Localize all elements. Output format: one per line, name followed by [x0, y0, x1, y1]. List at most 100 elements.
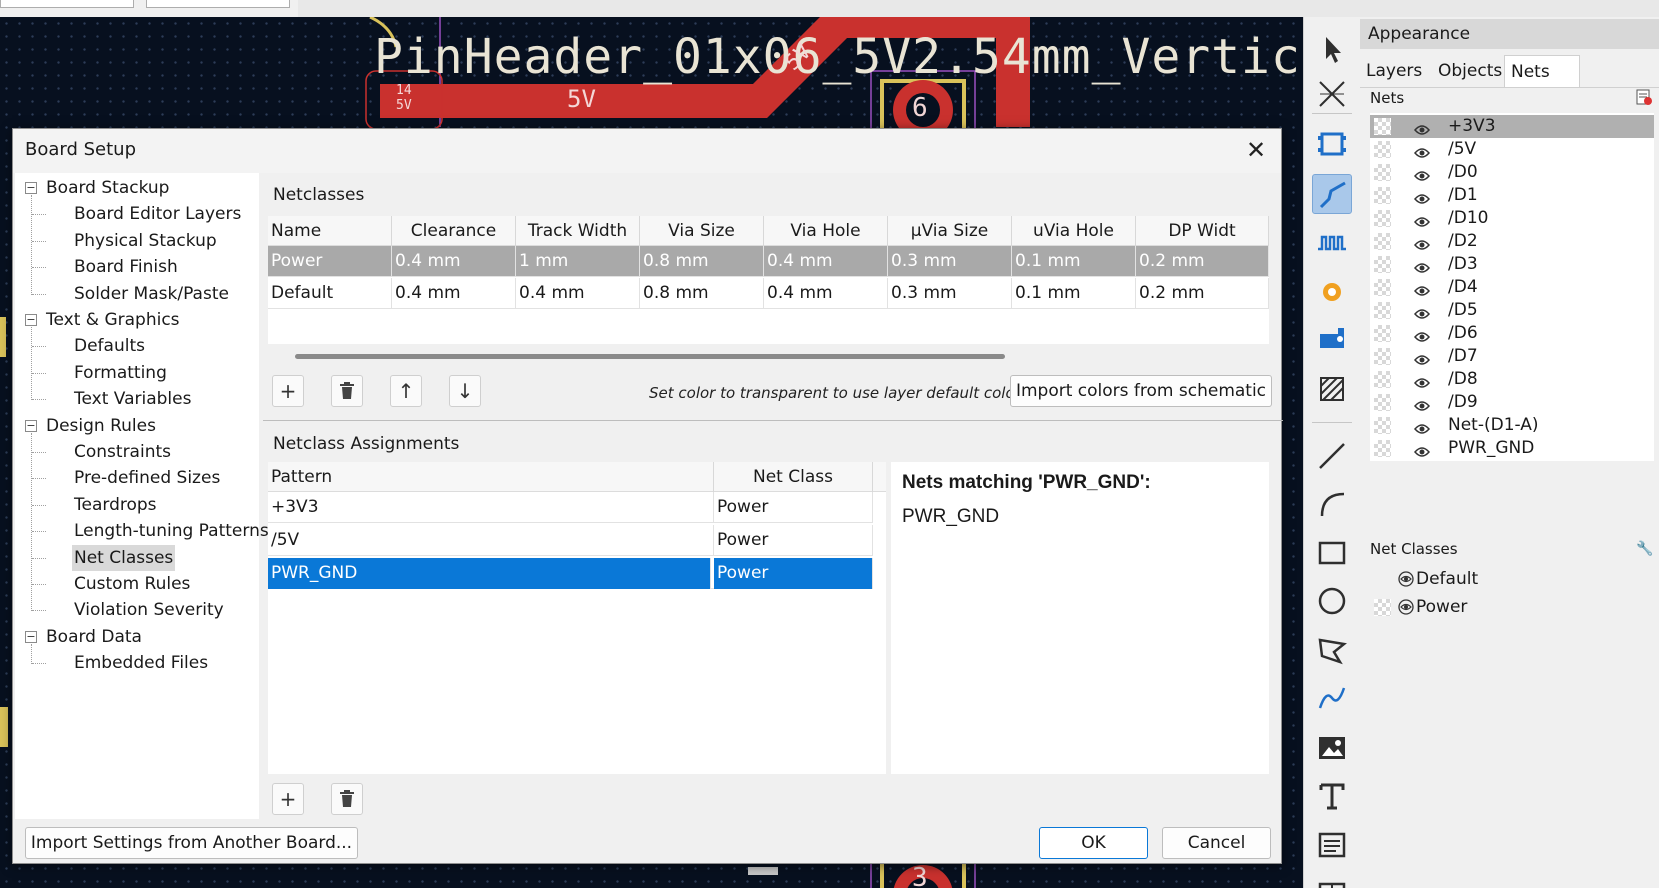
net-class-row-default[interactable]: Default [1370, 568, 1654, 591]
table-cell[interactable]: 1 mm [516, 246, 640, 277]
table-cell[interactable]: 0.4 mm [392, 278, 516, 309]
net-color-swatch[interactable] [1374, 141, 1391, 158]
tree-item-length-tuning-patterns[interactable]: Length-tuning Patterns [74, 518, 269, 544]
eye-icon[interactable] [1414, 258, 1430, 273]
tree-item-constraints[interactable]: Constraints [74, 439, 171, 465]
netclasses-horizontal-scrollbar[interactable] [295, 354, 1005, 359]
column-header-clearance[interactable]: Clearance [392, 216, 516, 246]
import-colors-button[interactable]: Import colors from schematic [1010, 375, 1272, 407]
table-row[interactable]: Default 0.4 mm 0.4 mm 0.8 mm 0.4 mm 0.3 mm 0.1… [268, 278, 1269, 309]
tree-item-violation-severity[interactable]: Violation Severity [74, 597, 224, 623]
table-cell[interactable]: Power [714, 558, 873, 589]
close-icon[interactable]: ✕ [1243, 137, 1269, 163]
tree-item-text-graphics[interactable]: Text & Graphics [46, 307, 180, 333]
import-settings-button[interactable]: Import Settings from Another Board... [25, 827, 358, 859]
tab-layers[interactable]: Layers [1360, 55, 1428, 87]
add-netclass-button[interactable]: + [272, 375, 304, 407]
wrench-icon[interactable]: 🔧 [1636, 541, 1653, 557]
net-row-d8[interactable]: /D8 [1370, 368, 1654, 391]
eye-icon[interactable] [1414, 281, 1430, 296]
ok-button[interactable]: OK [1039, 827, 1148, 859]
net-color-swatch[interactable] [1374, 325, 1391, 342]
table-cell[interactable]: 0.4 mm [392, 246, 516, 277]
column-header-name[interactable]: Name [268, 216, 392, 246]
table-row[interactable]: Power 0.4 mm 1 mm 0.8 mm 0.4 mm 0.3 mm 0.1 mm 0… [268, 246, 1269, 277]
net-row-5v[interactable]: /5V [1370, 138, 1654, 161]
eye-icon[interactable] [1414, 120, 1430, 135]
route-track-icon[interactable] [1312, 174, 1352, 214]
tree-item-defaults[interactable]: Defaults [74, 333, 145, 359]
toolbar-dropdown-left[interactable] [0, 0, 134, 8]
net-color-swatch[interactable] [1374, 164, 1391, 181]
net-row-d6[interactable]: /D6 [1370, 322, 1654, 345]
line-icon[interactable] [1312, 436, 1352, 476]
net-color-swatch[interactable] [1374, 348, 1391, 365]
tune-length-icon[interactable] [1312, 223, 1352, 263]
eye-icon[interactable] [1414, 396, 1430, 411]
net-row-d5[interactable]: /D5 [1370, 299, 1654, 322]
net-row-d0[interactable]: /D0 [1370, 161, 1654, 184]
column-header-net-class[interactable]: Net Class [714, 462, 873, 492]
tree-item-board-stackup[interactable]: Board Stackup [46, 175, 169, 201]
tree-item-solder-mask-paste[interactable]: Solder Mask/Paste [74, 281, 229, 307]
table-cell[interactable]: 0.8 mm [640, 278, 764, 309]
eye-icon[interactable] [1414, 304, 1430, 319]
image-icon[interactable] [1312, 728, 1352, 768]
net-row-d9[interactable]: /D9 [1370, 391, 1654, 414]
net-color-swatch[interactable] [1374, 417, 1391, 434]
net-row-d3[interactable]: /D3 [1370, 253, 1654, 276]
polygon-icon[interactable] [1312, 630, 1352, 670]
table-cell[interactable]: Power [714, 525, 873, 556]
table-cell[interactable]: 0.4 mm [764, 246, 888, 277]
arc-icon[interactable] [1312, 484, 1352, 524]
net-class-color-swatch[interactable] [1374, 599, 1391, 616]
net-color-swatch[interactable] [1374, 233, 1391, 250]
table-cell[interactable]: 0.2 mm [1136, 246, 1269, 277]
tree-item-teardrops[interactable]: Teardrops [74, 492, 157, 518]
tree-item-design-rules[interactable]: Design Rules [46, 413, 156, 439]
table-cell[interactable]: 0.3 mm [888, 246, 1012, 277]
net-row-d10[interactable]: /D10 [1370, 207, 1654, 230]
table-cell[interactable]: 0.1 mm [1012, 246, 1136, 277]
eye-icon[interactable] [1414, 419, 1430, 434]
delete-netclass-button[interactable] [331, 375, 363, 407]
column-header-pattern[interactable]: Pattern [268, 462, 714, 492]
net-color-swatch[interactable] [1374, 440, 1391, 457]
tree-item-formatting[interactable]: Formatting [74, 360, 167, 386]
delete-assignment-button[interactable] [331, 783, 363, 815]
column-header-via-size[interactable]: Via Size [640, 216, 764, 246]
net-color-swatch[interactable] [1374, 256, 1391, 273]
eye-icon[interactable] [1414, 189, 1430, 204]
tree-item-board-editor-layers[interactable]: Board Editor Layers [74, 201, 241, 227]
tree-item-text-variables[interactable]: Text Variables [74, 386, 191, 412]
net-color-swatch[interactable] [1374, 118, 1391, 135]
net-row-d4[interactable]: /D4 [1370, 276, 1654, 299]
net-class-row-power[interactable]: Power [1370, 596, 1654, 619]
eye-icon[interactable] [1414, 166, 1430, 181]
collapse-icon[interactable]: − [25, 182, 37, 194]
table-cell[interactable]: 0.4 mm [764, 278, 888, 309]
collapse-icon[interactable]: − [25, 630, 37, 643]
table-cell[interactable]: 0.8 mm [640, 246, 764, 277]
net-color-swatch[interactable] [1374, 210, 1391, 227]
cancel-button[interactable]: Cancel [1162, 827, 1271, 859]
table-cell[interactable]: 0.2 mm [1136, 278, 1269, 309]
eye-icon[interactable] [1414, 327, 1430, 342]
collapse-icon[interactable]: − [25, 419, 37, 432]
table-cell[interactable]: 0.4 mm [516, 278, 640, 309]
move-up-button[interactable]: ↑ [390, 375, 422, 407]
table-row[interactable]: /5V Power [268, 525, 873, 556]
tree-item-embedded-files[interactable]: Embedded Files [74, 650, 208, 676]
table-cell[interactable]: Power [714, 492, 873, 523]
tree-item-board-data[interactable]: Board Data [46, 624, 142, 650]
net-color-swatch[interactable] [1374, 187, 1391, 204]
table-row[interactable]: PWR_GND Power [268, 558, 873, 589]
eye-icon[interactable] [1414, 212, 1430, 227]
tree-item-board-finish[interactable]: Board Finish [74, 254, 178, 280]
table-cell[interactable]: +3V3 [268, 492, 714, 523]
net-color-swatch[interactable] [1374, 302, 1391, 319]
textbox-icon[interactable] [1312, 825, 1352, 865]
table-cell[interactable]: PWR_GND [268, 558, 711, 589]
eye-icon[interactable] [1414, 350, 1430, 365]
column-header-dp-widt[interactable]: DP Widt [1136, 216, 1269, 246]
